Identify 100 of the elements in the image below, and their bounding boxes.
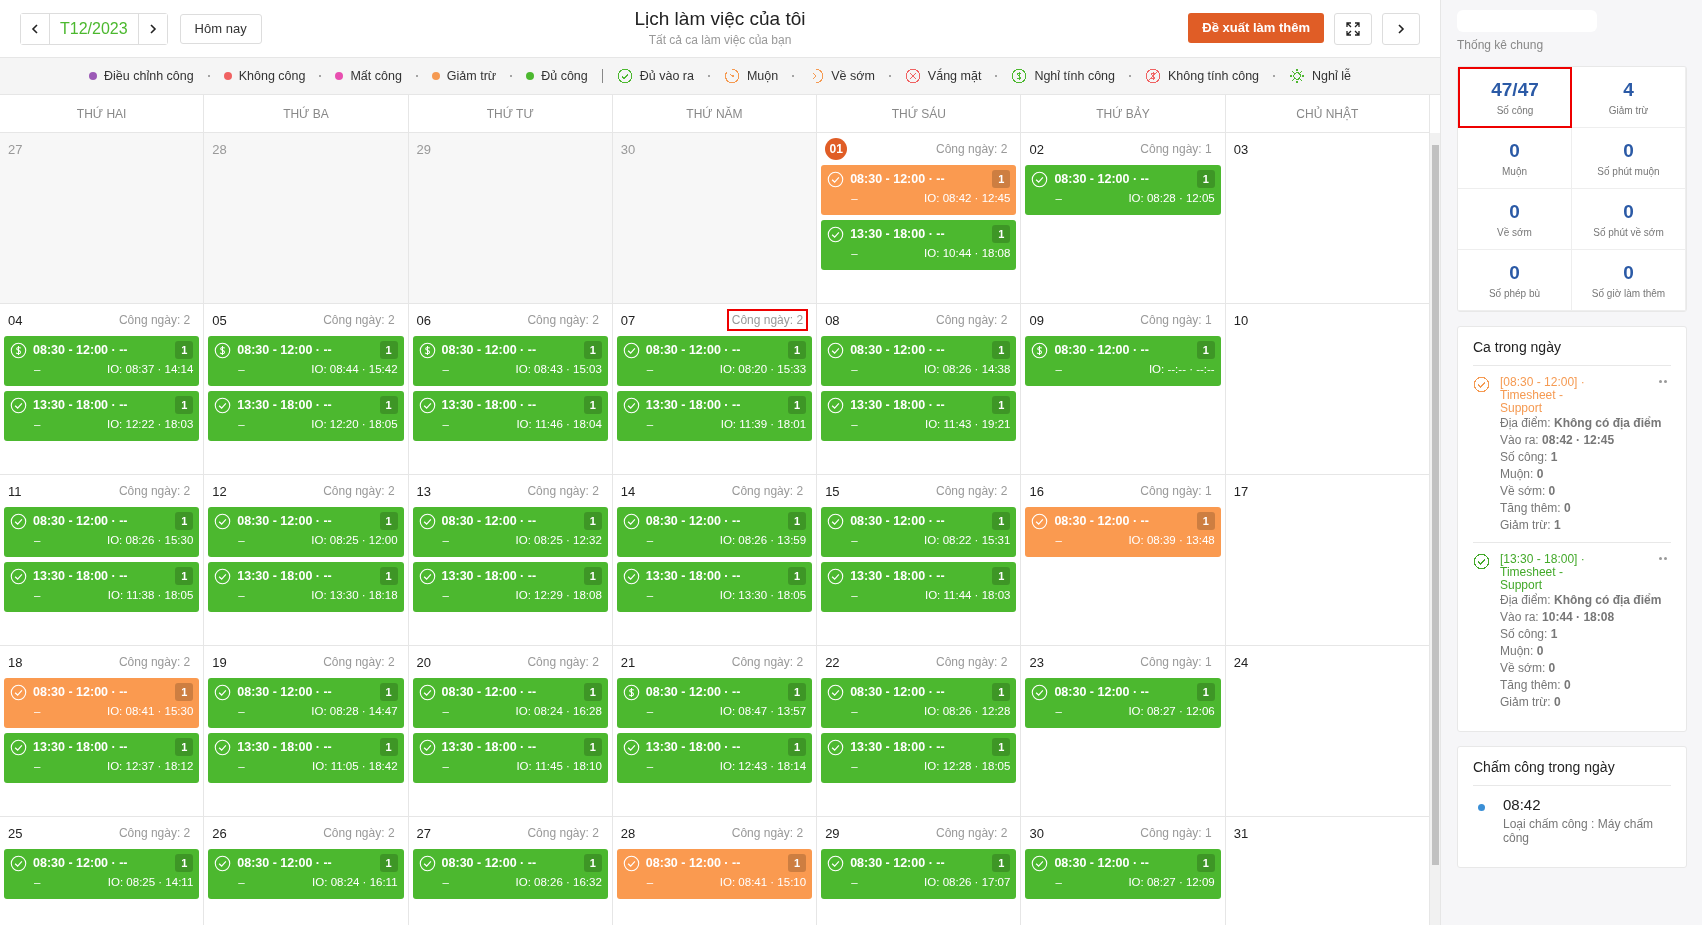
shift-card[interactable]: 08:30 - 12:00 · -- 1 – IO: 08:26 · 15:30: [4, 507, 200, 557]
day-cell[interactable]: 27 Công ngày: 2 08:30 - 12:00 · -- 1 – IO: 08:26 · 16:32: [408, 817, 613, 925]
fullscreen-button[interactable]: [1334, 12, 1372, 45]
more-icon[interactable]: [1659, 380, 1667, 383]
shift-card[interactable]: 13:30 - 18:00 · -- 1 – IO: 12:22 · 18:03: [4, 391, 200, 441]
day-cell[interactable]: 07 Công ngày: 2 08:30 - 12:00 · -- 1 – IO: 08:20 · 15:33 13:30 - 18:00 · -- 1 – IO: 11:39 · 18:01: [612, 304, 818, 475]
check-icon: [827, 854, 845, 872]
shift-card[interactable]: 08:30 - 12:00 · -- 1 – IO: 08:41 · 15:10: [616, 849, 813, 899]
shift-card[interactable]: 08:30 - 12:00 · -- 1 – IO: 08:44 · 15:42: [208, 336, 404, 386]
day-cell[interactable]: 13 Công ngày: 2 08:30 - 12:00 · -- 1 – IO: 08:25 · 12:32 13:30 - 18:00 · -- 1 – IO: 12:29 · 18:08: [408, 475, 613, 646]
day-cell[interactable]: 20 Công ngày: 2 08:30 - 12:00 · -- 1 – IO: 08:24 · 16:28 13:30 - 18:00 · -- 1 – IO: 11:45 · 18:10: [408, 646, 613, 817]
shift-card[interactable]: 13:30 - 18:00 · -- 1 – IO: 12:20 · 18:05: [208, 391, 404, 441]
shift-card[interactable]: 08:30 - 12:00 · -- 1 – IO: --:-- · --:--: [1025, 336, 1221, 386]
day-cell[interactable]: 29 Công ngày: 2 08:30 - 12:00 · -- 1 – IO: 08:26 · 17:07: [817, 817, 1022, 925]
day-cell[interactable]: 09 Công ngày: 1 08:30 - 12:00 · -- 1 – IO: --:-- · --:--: [1021, 304, 1226, 475]
day-number: 21: [620, 654, 636, 670]
day-cell[interactable]: 15 Công ngày: 2 08:30 - 12:00 · -- 1 – IO: 08:22 · 15:31 13:30 - 18:00 · -- 1 – IO: 11:44 · 18:03: [817, 475, 1022, 646]
day-cell[interactable]: 05 Công ngày: 2 08:30 - 12:00 · -- 1 – IO: 08:44 · 15:42 13:30 - 18:00 · -- 1 – IO: 12:20 · 18:05: [204, 304, 409, 475]
shift-card[interactable]: 13:30 - 18:00 · -- 1 – IO: 12:29 · 18:08: [412, 562, 608, 612]
scrollbar[interactable]: [1431, 145, 1439, 865]
stat-label: Số giờ làm thêm: [1591, 287, 1666, 299]
shift-card[interactable]: 08:30 - 12:00 · -- 1 – IO: 08:25 · 12:32: [412, 507, 608, 557]
day-cell[interactable]: 27: [0, 133, 205, 304]
shift-card[interactable]: 08:30 - 12:00 · -- 1 – IO: 08:25 · 12:00: [208, 507, 404, 557]
day-cell[interactable]: 06 Công ngày: 2 08:30 - 12:00 · -- 1 – IO: 08:43 · 15:03 13:30 - 18:00 · -- 1 – IO: 11:46 · 18:04: [408, 304, 613, 475]
day-cell[interactable]: 19 Công ngày: 2 08:30 - 12:00 · -- 1 – IO: 08:28 · 14:47 13:30 - 18:00 · -- 1 – IO: 11:05 · 18:42: [204, 646, 409, 817]
shift-card[interactable]: 08:30 - 12:00 · -- 1 – IO: 08:37 · 14:14: [4, 336, 200, 386]
check-in-out-time: IO: 08:43 · 15:03: [515, 363, 602, 375]
check-in-out-time: IO: 12:43 · 18:14: [719, 760, 807, 772]
shift-card[interactable]: 13:30 - 18:00 · -- 1 – IO: 11:46 · 18:04: [412, 391, 608, 441]
day-cell[interactable]: 29: [408, 133, 613, 304]
day-cell[interactable]: 04 Công ngày: 2 08:30 - 12:00 · -- 1 – IO: 08:37 · 14:14 13:30 - 18:00 · -- 1 – IO: 12:22 · 18:03: [0, 304, 205, 475]
day-cell[interactable]: 22 Công ngày: 2 08:30 - 12:00 · -- 1 – IO: 08:26 · 12:28 13:30 - 18:00 · -- 1 – IO: 12:28 · 18:05: [817, 646, 1022, 817]
shift-card[interactable]: 08:30 - 12:00 · -- 1 – IO: 08:26 · 14:38: [821, 336, 1017, 386]
shift-card[interactable]: 13:30 - 18:00 · -- 1 – IO: 12:37 · 18:12: [4, 733, 200, 783]
more-icon[interactable]: [1659, 557, 1667, 560]
shift-card[interactable]: 08:30 - 12:00 · -- 1 – IO: 08:41 · 15:30: [4, 678, 200, 728]
shift-card[interactable]: 13:30 - 18:00 · -- 1 – IO: 11:05 · 18:42: [208, 733, 404, 783]
shift-card[interactable]: 13:30 - 18:00 · -- 1 – IO: 11:44 · 18:03: [821, 562, 1017, 612]
shift-count: 1: [788, 341, 807, 359]
day-cell[interactable]: 18 Công ngày: 2 08:30 - 12:00 · -- 1 – IO: 08:41 · 15:30 13:30 - 18:00 · -- 1 – IO: 12:37 · 18:12: [0, 646, 205, 817]
shift-card[interactable]: 08:30 - 12:00 · -- 1 – IO: 08:28 · 14:47: [208, 678, 404, 728]
day-cell[interactable]: 16 Công ngày: 1 08:30 - 12:00 · -- 1 – IO: 08:39 · 13:48: [1021, 475, 1226, 646]
shift-card[interactable]: 08:30 - 12:00 · -- 1 – IO: 08:28 · 12:05: [1025, 165, 1221, 215]
shift-card[interactable]: 08:30 - 12:00 · -- 1 – IO: 08:25 · 14:11: [4, 849, 200, 899]
day-cell[interactable]: 23 Công ngày: 1 08:30 - 12:00 · -- 1 – IO: 08:27 · 12:06: [1021, 646, 1226, 817]
shift-card[interactable]: 13:30 - 18:00 · -- 1 – IO: 11:43 · 19:21: [821, 391, 1017, 441]
shift-card[interactable]: 08:30 - 12:00 · -- 1 – IO: 08:43 · 15:03: [412, 336, 608, 386]
shift-card[interactable]: 13:30 - 18:00 · -- 1 – IO: 10:44 · 18:08: [821, 220, 1017, 270]
check-icon: [827, 170, 845, 188]
day-cell[interactable]: 26 Công ngày: 2 08:30 - 12:00 · -- 1 – IO: 08:24 · 16:11: [204, 817, 409, 925]
day-cell[interactable]: 14 Công ngày: 2 08:30 - 12:00 · -- 1 – IO: 08:26 · 13:59 13:30 - 18:00 · -- 1 – IO: 13:30 · 18:05: [612, 475, 818, 646]
day-cell[interactable]: 30: [612, 133, 818, 304]
day-cell[interactable]: 28: [204, 133, 409, 304]
today-button[interactable]: Hôm nay: [179, 13, 262, 44]
shift-card[interactable]: 13:30 - 18:00 · -- 1 – IO: 12:43 · 18:14: [616, 733, 813, 783]
shift-card[interactable]: 08:30 - 12:00 · -- 1 – IO: 08:24 · 16:28: [412, 678, 608, 728]
check-icon: [1031, 170, 1049, 188]
shift-card[interactable]: 08:30 - 12:00 · -- 1 – IO: 08:39 · 13:48: [1025, 507, 1221, 557]
day-cell[interactable]: 02 Công ngày: 1 08:30 - 12:00 · -- 1 – IO: 08:28 · 12:05: [1021, 133, 1226, 304]
check-in-out-time: IO: 08:42 · 12:45: [924, 192, 1011, 204]
shift-detail: Vào ra: 10:44 · 18:08: [1500, 609, 1616, 626]
shift-count: 1: [583, 738, 602, 756]
month-picker[interactable]: T12/2023: [49, 13, 139, 44]
check-icon: [10, 738, 27, 756]
check-icon: [827, 683, 845, 701]
day-cell[interactable]: 25 Công ngày: 2 08:30 - 12:00 · -- 1 – IO: 08:25 · 14:11: [0, 817, 205, 925]
shift-note: –: [851, 705, 858, 717]
day-cell[interactable]: 01 Công ngày: 2 08:30 - 12:00 · -- 1 – IO: 08:42 · 12:45 13:30 - 18:00 · -- 1 – IO: 10:44 · 18:08: [817, 133, 1022, 304]
shift-time: 08:30 - 12:00 · --: [1054, 172, 1150, 186]
day-cell[interactable]: 08 Công ngày: 2 08:30 - 12:00 · -- 1 – IO: 08:26 · 14:38 13:30 - 18:00 · -- 1 – IO: 11:43 · 19:21: [817, 304, 1022, 475]
shift-card[interactable]: 08:30 - 12:00 · -- 1 – IO: 08:22 · 15:31: [821, 507, 1017, 557]
shift-card[interactable]: 08:30 - 12:00 · -- 1 – IO: 08:26 · 13:59: [616, 507, 813, 557]
day-cell[interactable]: 21 Công ngày: 2 08:30 - 12:00 · -- 1 – IO: 08:47 · 13:57 13:30 - 18:00 · -- 1 – IO: 12:43 · 18:14: [612, 646, 818, 817]
collapse-panel-button[interactable]: [1382, 12, 1420, 45]
propose-overtime-button[interactable]: Đề xuất làm thêm: [1188, 12, 1324, 43]
shift-card[interactable]: 13:30 - 18:00 · -- 1 – IO: 13:30 · 18:05: [616, 562, 813, 612]
shift-count: 1: [175, 567, 194, 585]
day-cell[interactable]: 28 Công ngày: 2 08:30 - 12:00 · -- 1 – IO: 08:41 · 15:10: [612, 817, 818, 925]
shift-card[interactable]: 13:30 - 18:00 · -- 1 – IO: 12:28 · 18:05: [821, 733, 1017, 783]
shift-card[interactable]: 08:30 - 12:00 · -- 1 – IO: 08:26 · 12:28: [821, 678, 1017, 728]
day-cell[interactable]: 12 Công ngày: 2 08:30 - 12:00 · -- 1 – IO: 08:25 · 12:00 13:30 - 18:00 · -- 1 – IO: 13:30 · 18:18: [204, 475, 409, 646]
shift-card[interactable]: 08:30 - 12:00 · -- 1 – IO: 08:24 · 16:11: [208, 849, 404, 899]
dollar-icon: [10, 341, 27, 359]
shift-card[interactable]: 13:30 - 18:00 · -- 1 – IO: 11:39 · 18:01: [616, 391, 813, 441]
shift-card[interactable]: 08:30 - 12:00 · -- 1 – IO: 08:26 · 16:32: [412, 849, 608, 899]
shift-card[interactable]: 08:30 - 12:00 · -- 1 – IO: 08:27 · 12:06: [1025, 678, 1221, 728]
day-cell[interactable]: 30 Công ngày: 1 08:30 - 12:00 · -- 1 – IO: 08:27 · 12:09: [1021, 817, 1226, 925]
check-in-out-time: IO: 08:24 · 16:28: [515, 705, 602, 717]
shift-card[interactable]: 08:30 - 12:00 · -- 1 – IO: 08:26 · 17:07: [821, 849, 1017, 899]
shift-card[interactable]: 08:30 - 12:00 · -- 1 – IO: 08:47 · 13:57: [616, 678, 813, 728]
shift-note: –: [238, 534, 245, 546]
shift-card[interactable]: 08:30 - 12:00 · -- 1 – IO: 08:20 · 15:33: [616, 336, 813, 386]
shift-card[interactable]: 13:30 - 18:00 · -- 1 – IO: 11:45 · 18:10: [412, 733, 608, 783]
day-cell[interactable]: 11 Công ngày: 2 08:30 - 12:00 · -- 1 – IO: 08:26 · 15:30 13:30 - 18:00 · -- 1 – IO: 11:38 · 18:05: [0, 475, 205, 646]
shift-card[interactable]: 08:30 - 12:00 · -- 1 – IO: 08:42 · 12:45: [821, 165, 1017, 215]
shift-time: 08:30 - 12:00 · --: [850, 856, 946, 870]
shift-card[interactable]: 13:30 - 18:00 · -- 1 – IO: 13:30 · 18:18: [208, 562, 404, 612]
shift-card[interactable]: 13:30 - 18:00 · -- 1 – IO: 11:38 · 18:05: [4, 562, 200, 612]
shift-card[interactable]: 08:30 - 12:00 · -- 1 – IO: 08:27 · 12:09: [1025, 849, 1221, 899]
